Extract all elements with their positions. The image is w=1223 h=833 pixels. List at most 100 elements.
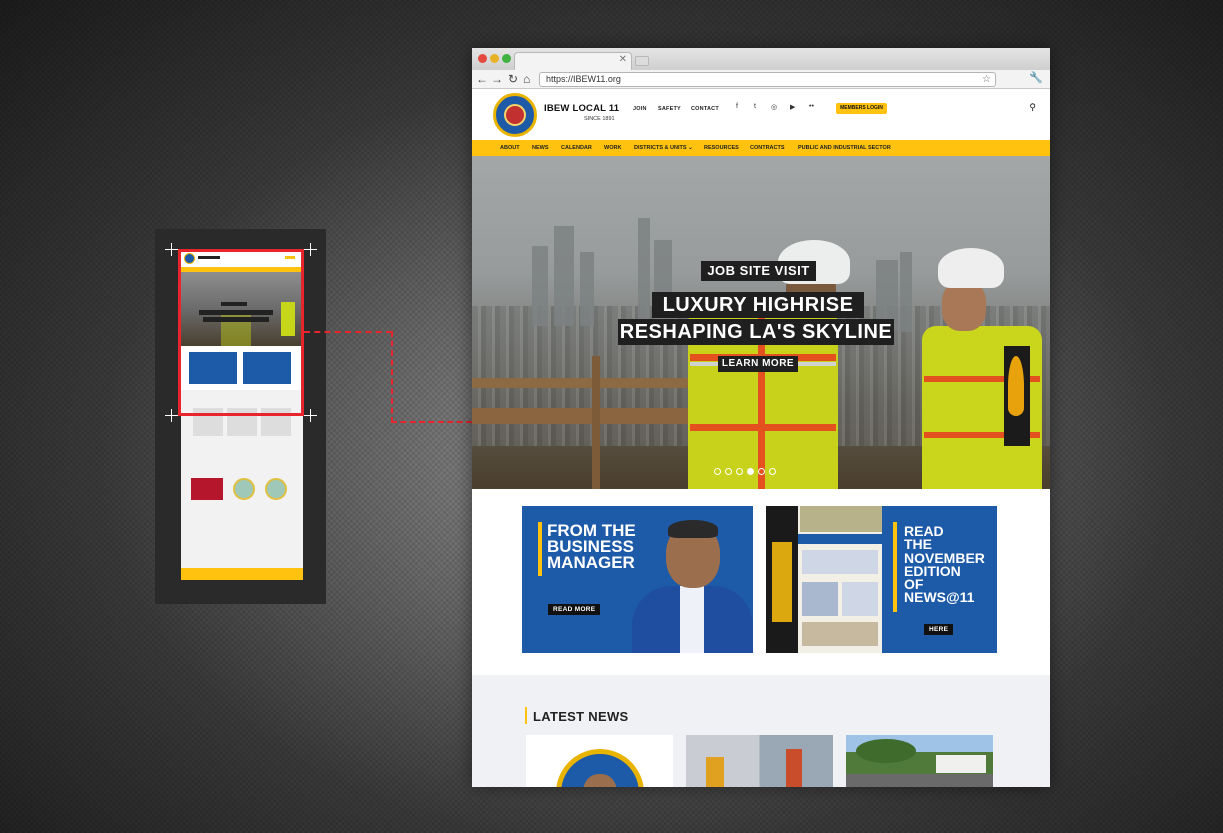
newsletter-article	[802, 622, 878, 646]
search-icon[interactable]: ⚲	[1029, 102, 1036, 113]
thumbnail-section	[181, 460, 303, 520]
nav-districts-units[interactable]: DISTRICTS & UNITS ⌄	[634, 145, 693, 151]
forward-arrow-icon[interactable]: →	[491, 71, 503, 87]
newsletter-masthead	[772, 542, 792, 622]
news-card[interactable]	[526, 735, 673, 787]
slider-dots	[714, 468, 776, 475]
nav-about[interactable]: ABOUT	[500, 145, 520, 151]
logo-emblem	[504, 104, 526, 126]
bookmark-star-icon[interactable]: ☆	[982, 73, 991, 86]
business-manager-banner[interactable]: FROM THE BUSINESS MANAGER READ MORE	[522, 506, 753, 653]
safety-link[interactable]: SAFETY	[658, 106, 681, 112]
news-card[interactable]	[846, 735, 993, 787]
flickr-icon[interactable]: ••	[809, 103, 814, 110]
back-arrow-icon[interactable]: ←	[476, 71, 488, 87]
here-button[interactable]: HERE	[924, 624, 954, 635]
slider-dot[interactable]	[758, 468, 765, 475]
members-login-button[interactable]: MEMBERS LOGIN	[836, 103, 887, 114]
contact-link[interactable]: CONTACT	[691, 106, 719, 112]
nav-contracts[interactable]: CONTRACTS	[750, 145, 785, 151]
union-seal-image	[556, 749, 644, 787]
crop-mark	[304, 243, 317, 256]
newsletter-article	[802, 550, 878, 574]
newsletter-banner[interactable]: READ THE NOVEMBER EDITION OF NEWS@11 HER…	[766, 506, 997, 653]
learn-more-button[interactable]: LEARN MORE	[718, 356, 798, 372]
accent-bar	[525, 707, 527, 724]
news-photo-tree	[856, 739, 916, 763]
home-icon[interactable]: ⌂	[523, 71, 530, 87]
connector-line	[391, 421, 472, 423]
close-icon[interactable]: ✕	[619, 54, 627, 65]
thumbnail-seal	[233, 478, 255, 500]
close-window-button[interactable]	[478, 54, 487, 63]
thumbnail-about	[181, 520, 303, 570]
read-more-button[interactable]: READ MORE	[548, 604, 601, 615]
reload-icon[interactable]: ↻	[508, 71, 518, 87]
since-text: SINCE 1891	[584, 116, 615, 122]
instagram-icon[interactable]: ◎	[771, 103, 777, 111]
crop-mark	[165, 409, 178, 422]
viewport-highlight-frame	[178, 249, 304, 416]
slider-dot[interactable]	[714, 468, 721, 475]
slider-dot[interactable]	[769, 468, 776, 475]
flame-sleeve	[1004, 346, 1030, 446]
news-photo-building	[936, 755, 986, 773]
connector-line	[304, 331, 392, 333]
news-photo-figure	[786, 749, 802, 787]
newsletter-photo	[800, 506, 882, 532]
news-card[interactable]	[686, 735, 833, 787]
nav-resources[interactable]: RESOURCES	[704, 145, 739, 151]
newsletter-article	[802, 582, 838, 616]
newsletter-headline	[798, 534, 882, 544]
facebook-icon[interactable]: f	[736, 103, 738, 110]
join-link[interactable]: JOIN	[633, 106, 647, 112]
slider-dot[interactable]	[736, 468, 743, 475]
business-manager-photo	[632, 506, 753, 653]
nav-calendar[interactable]: CALENDAR	[561, 145, 592, 151]
url-text: https://IBEW11.org	[546, 74, 621, 84]
main-nav: ABOUT NEWS CALENDAR WORK DISTRICTS & UNI…	[472, 140, 1050, 156]
newsletter-article	[842, 582, 878, 616]
crop-mark	[165, 243, 178, 256]
rail-post	[592, 356, 600, 489]
business-manager-heading: FROM THE BUSINESS MANAGER	[547, 521, 636, 573]
thumbnail-red-card	[191, 478, 223, 500]
address-bar-row: ← → ↻ ⌂ https://IBEW11.org ☆ 🔧	[472, 70, 1050, 89]
minimize-window-button[interactable]	[490, 54, 499, 63]
thumbnail-footer	[181, 568, 303, 580]
skyscraper	[532, 246, 548, 326]
new-tab-button[interactable]	[635, 56, 649, 66]
nav-news[interactable]: NEWS	[532, 145, 549, 151]
union-logo[interactable]	[493, 93, 537, 137]
maximize-window-button[interactable]	[502, 54, 511, 63]
youtube-icon[interactable]: ▶	[790, 103, 795, 111]
worker-face	[942, 281, 986, 331]
browser-tab[interactable]: ✕	[514, 52, 632, 70]
accent-bar	[893, 522, 897, 612]
skyscraper	[580, 252, 594, 326]
latest-news-section: LATEST NEWS	[472, 675, 1050, 787]
manager-shirt	[680, 586, 704, 653]
hero-headline-line-1: LUXURY HIGHRISE	[652, 292, 864, 318]
browser-window: ✕ ← → ↻ ⌂ https://IBEW11.org ☆ 🔧 IBEW LO…	[472, 48, 1050, 787]
hero-kicker: JOB SITE VISIT	[701, 261, 816, 281]
news-photo-figure	[706, 757, 724, 787]
newsletter-cover	[766, 506, 882, 653]
crop-mark	[304, 409, 317, 422]
nav-public-industrial-sector[interactable]: PUBLIC AND INDUSTRIAL SECTOR	[798, 145, 891, 151]
nav-work[interactable]: WORK	[604, 145, 621, 151]
seal-portrait	[583, 774, 617, 787]
thumbnail-seal	[265, 478, 287, 500]
feature-banners: FROM THE BUSINESS MANAGER READ MORE READ…	[472, 489, 1050, 675]
slider-dot[interactable]	[725, 468, 732, 475]
manager-hair	[668, 520, 718, 538]
site-brand[interactable]: IBEW LOCAL 11	[544, 103, 619, 114]
twitter-icon[interactable]: t	[754, 103, 756, 110]
site-header: IBEW LOCAL 11 SINCE 1891 JOIN SAFETY CON…	[472, 89, 1050, 140]
url-input[interactable]: https://IBEW11.org ☆	[539, 72, 996, 87]
slider-dot-active[interactable]	[747, 468, 754, 475]
accent-bar	[538, 522, 542, 576]
hero-slider[interactable]: JOB SITE VISIT LUXURY HIGHRISE RESHAPING…	[472, 156, 1050, 489]
wrench-icon[interactable]: 🔧	[1029, 71, 1043, 84]
skyscraper	[554, 226, 574, 326]
